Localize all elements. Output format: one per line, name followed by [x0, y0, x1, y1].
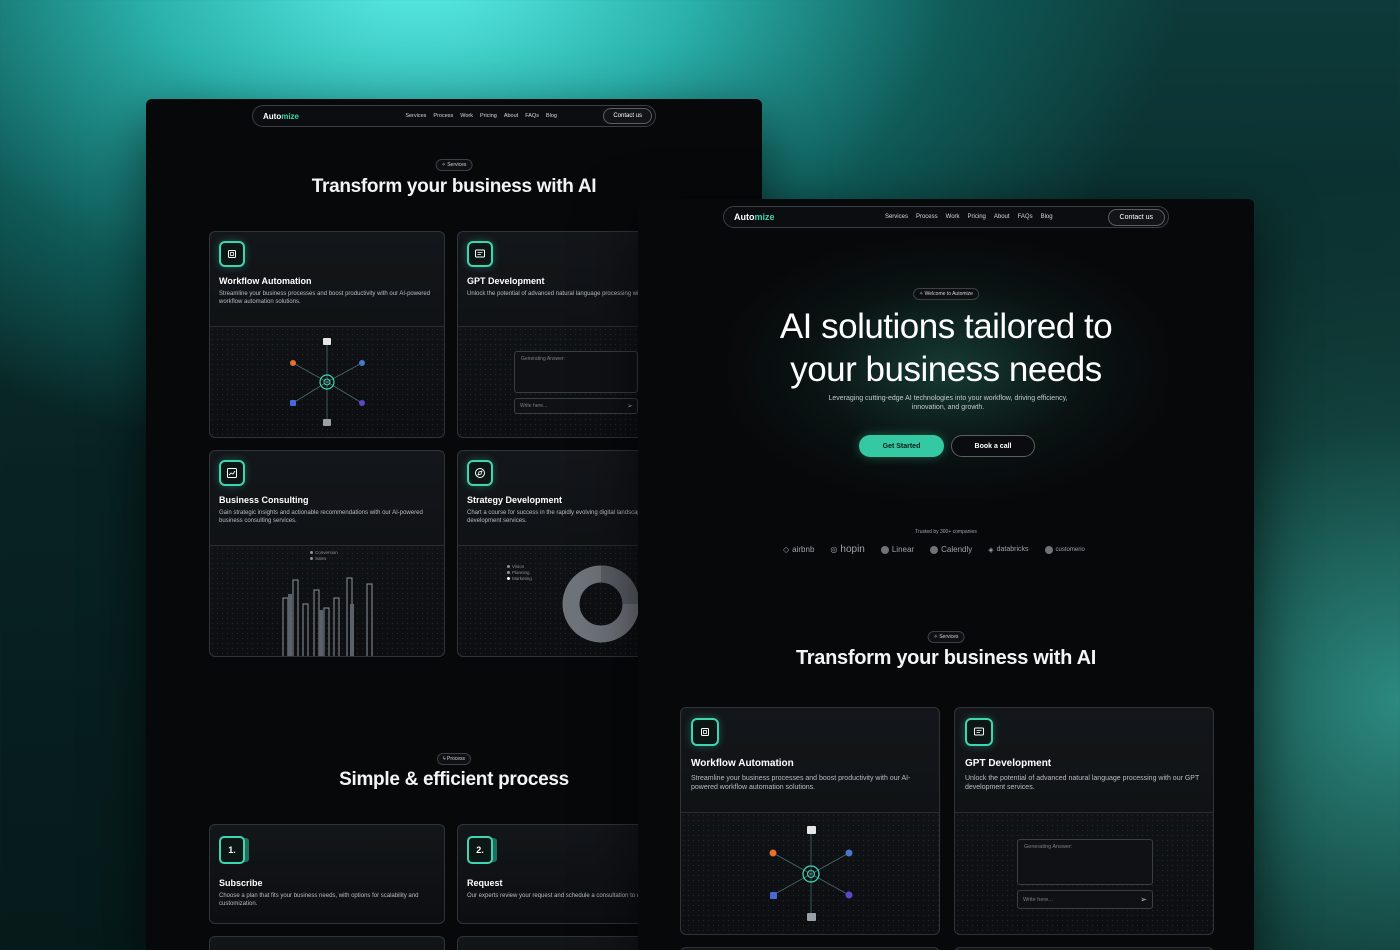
nav-link-blog[interactable]: Blog — [546, 113, 557, 119]
navbar: Automize Services Process Work Pricing A… — [723, 206, 1169, 228]
chat-icon — [965, 718, 993, 746]
integration-hub-visual — [210, 327, 444, 437]
chat-input[interactable]: Write here... ➢ — [514, 398, 638, 414]
nav-link-about[interactable]: About — [994, 214, 1010, 220]
chart-icon — [219, 460, 245, 486]
integration-hub-visual — [681, 813, 939, 934]
book-call-button[interactable]: Book a call — [951, 435, 1035, 457]
hero-title: AI solutions tailored to your business n… — [779, 307, 1113, 389]
card-title: GPT Development — [965, 758, 1052, 769]
card-title: Workflow Automation — [691, 758, 794, 769]
customerio-icon — [1044, 545, 1053, 554]
logo-airbnb: ◇ airbnb — [783, 545, 815, 554]
step-number: 1. — [219, 836, 245, 864]
card-description: Unlock the potential of advanced natural… — [965, 775, 1200, 791]
cpu-icon — [219, 241, 245, 267]
front-window: Automize Services Process Work Pricing A… — [638, 199, 1254, 950]
navbar: Automize Services Process Work Pricing A… — [252, 105, 656, 127]
nav-link-about[interactable]: About — [504, 113, 518, 119]
airbnb-icon: ◇ — [783, 545, 790, 554]
nav-link-faqs[interactable]: FAQs — [1018, 214, 1033, 220]
hero-pill: ✧ Welcome to Automize — [913, 288, 979, 300]
service-card-workflow[interactable]: Workflow Automation Streamline your busi… — [209, 231, 445, 438]
card-description: Streamline your business processes and b… — [219, 291, 431, 305]
services-title: Transform your business with AI — [795, 647, 1097, 669]
answer-box: Generating Answer: — [1017, 839, 1153, 885]
compass-icon — [467, 460, 493, 486]
step-description: Choose a plan that fits your business ne… — [219, 893, 419, 907]
nav-link-process[interactable]: Process — [916, 214, 938, 220]
card-title: Workflow Automation — [219, 276, 312, 286]
nav-link-work[interactable]: Work — [946, 214, 960, 220]
step-title: Request — [467, 878, 503, 888]
step-title: Subscribe — [219, 878, 263, 888]
card-title: Business Consulting — [219, 495, 309, 505]
process-pill: ϟ Process — [436, 753, 472, 765]
trusted-label: Trusted by 300+ companies — [915, 529, 977, 535]
process-step-subscribe: 1. Subscribe Choose a plan that fits you… — [209, 824, 445, 924]
contact-button[interactable]: Contact us — [603, 108, 652, 124]
answer-placeholder: Generating Answer: — [521, 356, 565, 362]
nav-link-pricing[interactable]: Pricing — [480, 113, 497, 119]
brand-logo[interactable]: Automize — [734, 212, 830, 222]
logo-customerio: customerio — [1044, 545, 1085, 554]
service-card-consulting[interactable]: Business Consulting Gain strategic insig… — [209, 450, 445, 657]
service-card-workflow[interactable]: Workflow Automation Streamline your busi… — [680, 707, 940, 935]
services-pill: ✧ Services — [927, 631, 965, 643]
send-icon[interactable]: ➢ — [1140, 895, 1152, 904]
logo-calendly: Calendly — [930, 545, 972, 554]
nav-links: Services Process Work Pricing About FAQs… — [830, 214, 1108, 220]
services-title: Transform your business with AI — [311, 176, 597, 197]
hopin-icon: ◎ — [830, 545, 838, 554]
chat-icon — [467, 241, 493, 267]
service-card-gpt[interactable]: GPT Development Unlock the potential of … — [954, 707, 1214, 935]
answer-box: Generating Answer: — [514, 351, 638, 393]
cpu-icon — [691, 718, 719, 746]
card-title: GPT Development — [467, 276, 545, 286]
step-number: 2. — [467, 836, 493, 864]
nav-link-pricing[interactable]: Pricing — [968, 214, 986, 220]
nav-link-process[interactable]: Process — [433, 113, 453, 119]
card-title: Strategy Development — [467, 495, 563, 505]
logo-linear: Linear — [880, 545, 914, 554]
chat-input[interactable]: Write here... ➢ — [1017, 890, 1153, 909]
logo-databricks: ◈ databricks — [988, 546, 1029, 554]
card-description: Gain strategic insights and actionable r… — [219, 510, 423, 524]
gpt-chat-visual: Generating Answer: Write here... ➢ — [955, 813, 1213, 934]
answer-placeholder: Generating Answer: — [1024, 844, 1073, 850]
card-description: Streamline your business processes and b… — [691, 775, 911, 791]
process-step-next — [209, 936, 445, 950]
nav-link-work[interactable]: Work — [460, 113, 473, 119]
logo-hopin: ◎ hopin — [830, 544, 865, 555]
get-started-button[interactable]: Get Started — [859, 435, 944, 457]
nav-link-blog[interactable]: Blog — [1041, 214, 1053, 220]
client-logos: ◇ airbnb ◎ hopin Linear Calendly ◈ databric… — [783, 544, 1224, 555]
nav-link-faqs[interactable]: FAQs — [525, 113, 539, 119]
nav-link-services[interactable]: Services — [405, 113, 426, 119]
linear-icon — [880, 545, 889, 554]
nav-link-services[interactable]: Services — [885, 214, 908, 220]
services-pill: ✧ Services — [435, 159, 473, 171]
brand-logo[interactable]: Automize — [263, 112, 359, 121]
hero-subtitle: Leveraging cutting-edge AI technologies … — [828, 395, 1068, 411]
calendly-icon — [930, 545, 939, 554]
nav-links: Services Process Work Pricing About FAQs… — [359, 113, 603, 119]
bar-chart-visual: Conversion Sales — [210, 546, 444, 656]
databricks-icon: ◈ — [988, 546, 994, 554]
send-icon[interactable]: ➢ — [627, 402, 637, 410]
contact-button[interactable]: Contact us — [1107, 208, 1165, 226]
